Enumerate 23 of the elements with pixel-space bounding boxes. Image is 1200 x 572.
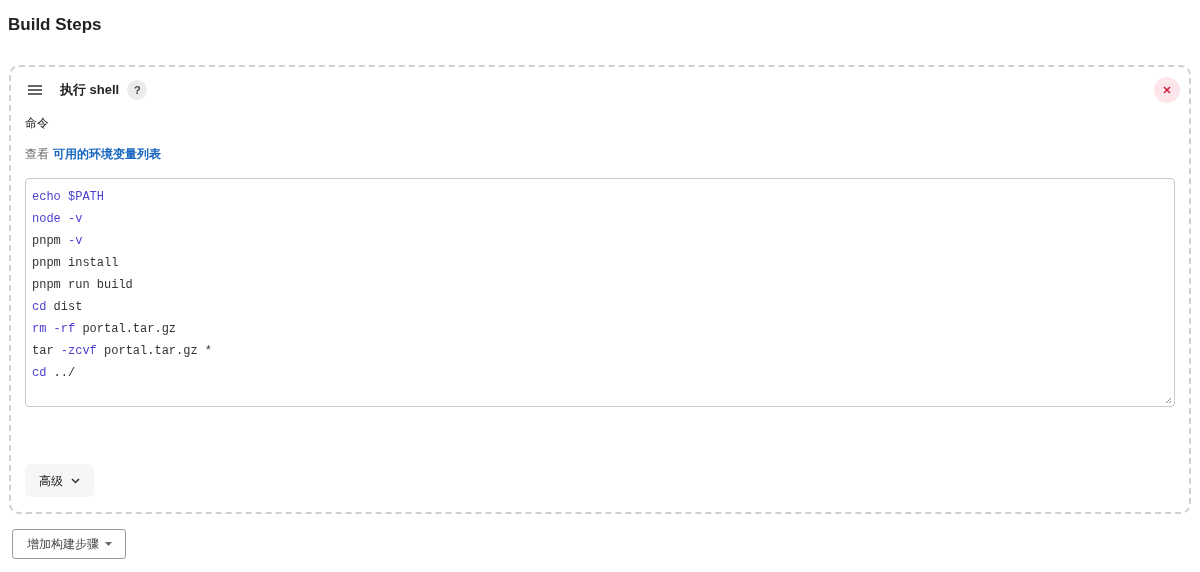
- env-variables-link[interactable]: 可用的环境变量列表: [53, 145, 161, 163]
- code-line: pnpm run build: [32, 277, 133, 294]
- help-button[interactable]: ?: [127, 80, 148, 100]
- close-icon: [1163, 86, 1171, 94]
- code-line: tar -zcvf portal.tar.gz *: [32, 343, 213, 360]
- section-title: Build Steps: [8, 14, 102, 36]
- code-line: rm -rf portal.tar.gz: [32, 321, 177, 338]
- close-button[interactable]: [1154, 77, 1180, 103]
- command-label: 命令: [25, 115, 49, 132]
- code-line: pnpm install: [32, 255, 119, 272]
- advanced-button[interactable]: 高级: [25, 464, 94, 497]
- resize-handle-icon[interactable]: [1165, 397, 1172, 404]
- step-title: 执行 shell: [60, 81, 120, 100]
- code-line: node -v: [32, 211, 83, 228]
- code-line: cd dist: [32, 299, 83, 316]
- code-line: echo $PATH: [32, 189, 104, 206]
- code-line: cd ../: [32, 365, 76, 382]
- drag-handle-icon[interactable]: [27, 84, 43, 96]
- caret-icon: [104, 542, 112, 546]
- code-line: pnpm -v: [32, 233, 83, 250]
- command-editor[interactable]: echo $PATH node -v pnpm -v pnpm install pnpm run build cd dist rm -rf portal.tar.gz tar -zcvf portal.tar.gz * cd ../: [25, 178, 1175, 407]
- add-build-step-button[interactable]: 增加构建步骤: [12, 529, 126, 559]
- env-hint-text: 查看: [25, 146, 49, 163]
